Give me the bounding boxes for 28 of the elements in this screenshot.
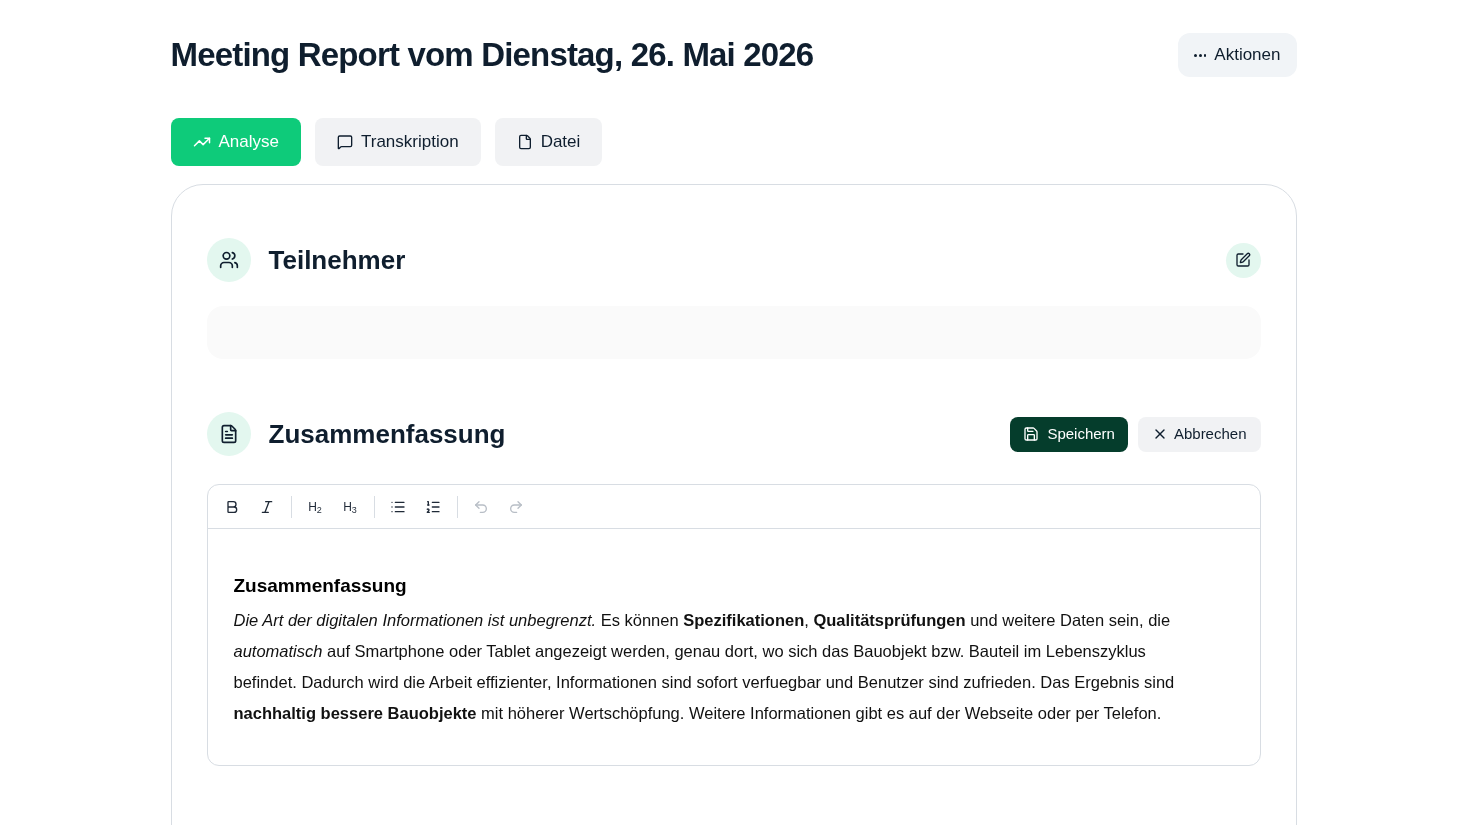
users-icon (206, 238, 251, 282)
actions-button[interactable]: Aktionen (1178, 33, 1297, 77)
toolbar-button[interactable]: H$_{3}$ (334, 493, 366, 520)
save-icon (1023, 426, 1040, 442)
edit-icon (1235, 252, 1251, 268)
file-icon (516, 134, 533, 150)
text-editor[interactable] (206, 484, 1261, 766)
more-icon (1194, 53, 1207, 57)
document-icon (206, 412, 251, 456)
heading-label: H$_{2}$ (308, 498, 322, 516)
cancel-button[interactable]: Abbrechen (1137, 416, 1261, 452)
numbered-list-icon (425, 498, 441, 515)
redo-icon (508, 498, 524, 515)
editor-heading: Zusammenfassung (233, 574, 408, 598)
tab[interactable]: Transkription (315, 118, 481, 166)
edit-button[interactable] (1225, 242, 1261, 278)
section-title: Zusammenfassung (268, 417, 506, 451)
heading-label: H$_{3}$ (343, 498, 357, 516)
bold-icon (224, 498, 240, 515)
italic-icon (259, 498, 275, 515)
chat-icon (337, 134, 353, 150)
page-title: Meeting Report vom Dienstag, 26. Mai 2026 (170, 35, 814, 75)
tab[interactable]: Datei (494, 118, 603, 166)
editor-paragraph: Die Art der digitalen Informationen ist unbegrenzt. Es können Spezifikationen, Qualitätsprüfungen und weitere Daten sein, die automatisch auf Smartphone oder Tablet angezeigt werden, genau dort, wo sich das Bauobjekt bzw. Bauteil im Lebenszyklus befindet. Dadurch wird die Arbeit effizienter, Informationen sind sofort verfuegbar und Benutzer sind zufrieden. Das Ergebnis sind nachhaltig bessere Bauobjekte mit höherer Wertschöpfung. Weitere Informationen gibt es auf der Webseite oder per Telefon. (233, 610, 1176, 724)
undo-icon (473, 498, 489, 515)
toolbar-button[interactable]: H$_{2}$ (299, 493, 331, 520)
section-title: Teilnehmer (268, 243, 406, 277)
save-button[interactable]: Speichern (1010, 416, 1128, 452)
